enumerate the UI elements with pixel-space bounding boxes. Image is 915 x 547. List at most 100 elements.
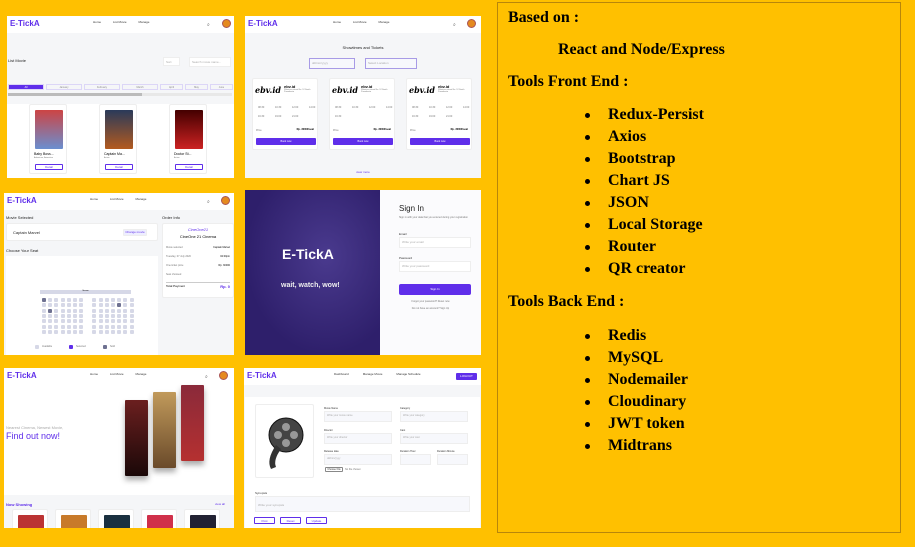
seat[interactable] [48,324,53,329]
seat[interactable] [48,313,53,318]
seat[interactable] [42,313,46,318]
month-filter-tab[interactable]: March [122,84,158,90]
seat[interactable] [54,324,59,329]
seat[interactable] [111,313,115,318]
field-input[interactable]: Write your director [324,433,392,444]
seat[interactable] [66,329,71,334]
search-icon[interactable]: ⌕ [207,199,210,205]
month-filter-tab[interactable]: All [8,84,44,90]
seat[interactable] [92,308,97,313]
seat[interactable] [111,324,115,329]
detail-button[interactable]: Detail [105,164,133,170]
showtime-option[interactable]: 10:30 [275,106,281,109]
sort-select[interactable]: Sort [163,57,180,66]
nav-home[interactable]: Home [90,372,98,376]
seat[interactable] [111,319,115,324]
form-button-reset[interactable]: Reset [280,517,301,524]
seat[interactable] [66,324,71,329]
showtime-option[interactable]: 12:00 [446,106,452,109]
showtime-option[interactable]: 14:00 [463,106,469,109]
nav-manage[interactable]: Manage [379,20,390,24]
month-filter-tab[interactable]: January [46,84,82,90]
avatar[interactable] [467,19,476,28]
seat[interactable] [111,298,115,302]
nav-home[interactable]: Home [93,20,101,24]
seat[interactable] [48,308,53,313]
detail-button[interactable]: Detail [35,164,63,170]
seat[interactable] [73,324,77,329]
seat[interactable] [42,324,46,329]
month-filter-tab[interactable]: February [84,84,120,90]
avatar[interactable] [219,371,228,380]
field-input[interactable] [437,454,468,465]
seat[interactable] [104,298,109,302]
field-input[interactable]: Write your category [400,411,468,422]
seat[interactable] [48,329,53,334]
email-input[interactable]: Write your email [399,237,471,248]
seat[interactable] [104,313,109,318]
seat[interactable] [129,308,134,313]
seat[interactable] [123,329,128,334]
showtime-option[interactable]: 14:00 [386,106,392,109]
showtime-option[interactable]: 12:00 [369,106,375,109]
seat[interactable] [98,298,103,302]
seat[interactable] [42,308,46,313]
seat[interactable] [54,308,59,313]
seat[interactable] [92,303,97,308]
nav-list-movie[interactable]: List Movie [110,197,124,201]
seat[interactable] [66,308,71,313]
seat[interactable] [60,324,65,329]
seat[interactable] [98,329,103,334]
seat[interactable] [73,303,77,308]
search-icon[interactable]: ⌕ [453,22,456,28]
seat[interactable] [79,298,84,302]
nav-list-movie[interactable]: List Movie [113,20,127,24]
seat[interactable] [54,303,59,308]
seat[interactable] [104,319,109,324]
seat[interactable] [73,298,77,302]
seat[interactable] [66,319,71,324]
nav-manage[interactable]: Manage [136,197,147,201]
seat[interactable] [79,303,84,308]
nav-manage-movie[interactable]: Manage Movie [363,372,383,376]
seat[interactable] [79,313,84,318]
search-icon[interactable]: ⌕ [205,374,208,380]
seat[interactable] [54,298,59,302]
logout-button[interactable]: LOGOUT [456,373,477,380]
scrollbar[interactable] [8,93,143,96]
seat[interactable] [117,298,122,302]
detail-button[interactable]: Detail [175,164,203,170]
month-filter-tab[interactable]: June [210,84,233,90]
field-input[interactable]: dd/mm/yyyy [324,454,392,465]
seat[interactable] [73,319,77,324]
seat[interactable] [92,298,97,302]
month-filter-tab[interactable]: May [185,84,208,90]
seat[interactable] [123,313,128,318]
nav-manage[interactable]: Manage [139,20,150,24]
seat[interactable] [60,329,65,334]
seat[interactable] [117,329,122,334]
showtime-option[interactable]: 10:30 [352,106,358,109]
nav-manage[interactable]: Manage [136,372,147,376]
seat[interactable] [123,308,128,313]
change-movie-button[interactable]: Change movie [123,229,147,236]
showtime-option[interactable]: 12:00 [292,106,298,109]
seat[interactable] [66,298,71,302]
showtime-option[interactable]: 14:00 [309,106,315,109]
seat[interactable] [117,308,122,313]
seat[interactable] [60,319,65,324]
seat[interactable] [117,324,122,329]
seat[interactable] [66,303,71,308]
forgot-password-link[interactable]: Forgot your password? Reset now [380,300,481,303]
nav-home[interactable]: Home [333,20,341,24]
seat[interactable] [48,298,53,302]
synopsis-input[interactable]: Write your synopsis [255,496,470,512]
form-button-update[interactable]: Update [306,517,327,524]
avatar[interactable] [221,196,230,205]
sign-up-link[interactable]: Do not have an account? Sign Up [380,307,481,310]
avatar[interactable] [222,19,231,28]
seat[interactable] [111,303,115,308]
choose-file-button[interactable]: Choose File [325,467,343,472]
book-now-button[interactable]: Book now [333,138,393,145]
seat[interactable] [117,313,122,318]
